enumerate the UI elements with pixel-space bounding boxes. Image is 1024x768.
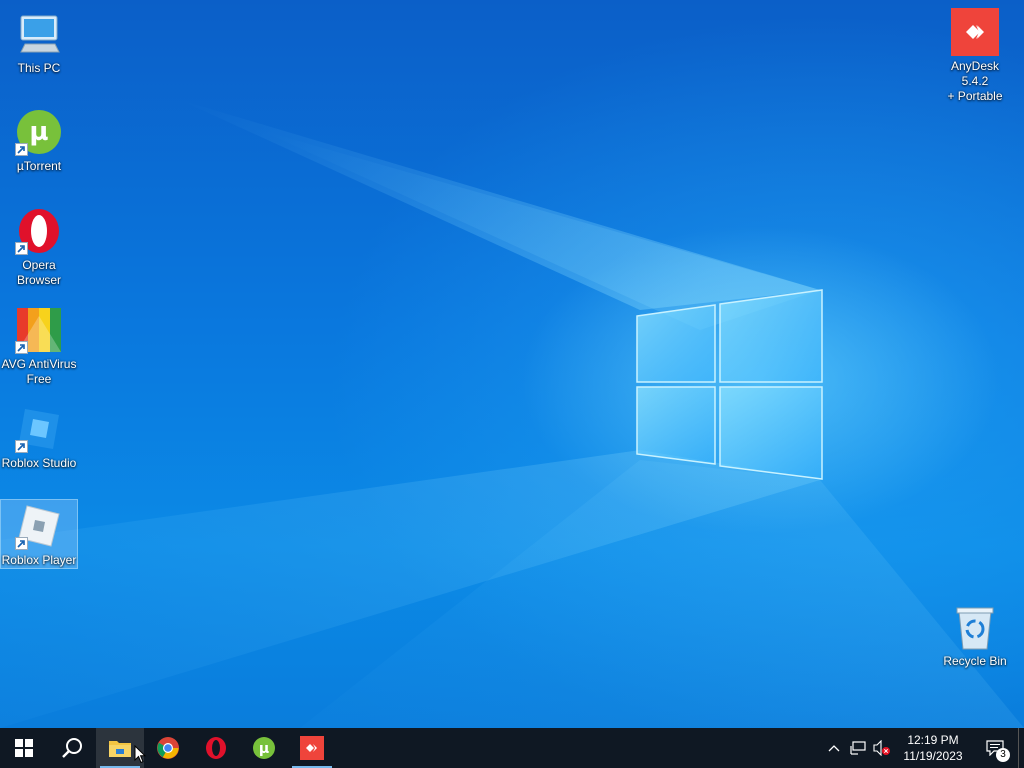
taskbar-anydesk[interactable] <box>288 728 336 768</box>
taskbar-chrome[interactable] <box>144 728 192 768</box>
shortcut-arrow-icon <box>15 440 28 453</box>
desktop-icon-roblox-studio[interactable]: Roblox Studio <box>1 403 77 471</box>
system-tray: 12:19 PM 11/19/2023 3 <box>822 728 1024 768</box>
desktop-icon-label: AVG AntiVirus Free <box>1 357 77 386</box>
opera-icon <box>206 737 226 759</box>
action-center-button[interactable]: 3 <box>972 728 1018 768</box>
desktop-icon-label: Roblox Studio <box>1 456 77 470</box>
desktop-icon-label: AnyDesk 5.4.2 + Portable <box>947 59 1003 103</box>
roblox-player-icon <box>15 502 63 550</box>
windows-logo <box>636 289 823 480</box>
network-button[interactable] <box>846 728 870 768</box>
utorrent-icon: µ <box>253 737 275 759</box>
desktop-icon-recycle-bin[interactable]: Recycle Bin <box>937 601 1013 669</box>
desktop-icon-utorrent[interactable]: µ µTorrent <box>1 106 77 174</box>
shortcut-arrow-icon <box>15 143 28 156</box>
shortcut-arrow-icon <box>15 341 28 354</box>
chrome-icon <box>157 737 179 759</box>
desktop-icon-label: Roblox Player <box>1 553 77 567</box>
anydesk-icon <box>951 8 999 56</box>
svg-text:µ: µ <box>29 117 48 147</box>
desktop-icon-roblox-player[interactable]: Roblox Player <box>0 499 78 569</box>
clock-date: 11/19/2023 <box>903 749 963 763</box>
desktop-icon-label: This PC <box>17 61 61 75</box>
file-explorer-icon <box>109 741 131 757</box>
taskbar-opera[interactable] <box>192 728 240 768</box>
desktop-icon-this-pc[interactable]: This PC <box>1 8 77 76</box>
wallpaper-light-rays <box>0 100 1024 728</box>
anydesk-icon <box>300 736 324 760</box>
desktop-icon-avg[interactable]: AVG AntiVirus Free <box>1 304 77 387</box>
clock-time: 12:19 PM <box>907 733 959 747</box>
desktop-icon-label: Opera Browser <box>16 258 61 287</box>
utorrent-icon: µ <box>15 108 63 156</box>
network-icon <box>850 741 866 755</box>
clock[interactable]: 12:19 PM 11/19/2023 <box>894 732 972 764</box>
desktop-icon-label: Recycle Bin <box>943 654 1007 668</box>
volume-muted-icon <box>873 740 890 756</box>
roblox-studio-icon <box>15 405 63 453</box>
avg-icon <box>15 306 63 354</box>
this-pc-icon <box>15 10 63 58</box>
volume-button[interactable] <box>870 728 894 768</box>
desktop-icon-label: µTorrent <box>16 159 62 173</box>
show-hidden-icons-button[interactable] <box>822 728 846 768</box>
chevron-up-icon <box>828 745 840 752</box>
desktop-icon-anydesk[interactable]: AnyDesk 5.4.2 + Portable <box>935 6 1015 104</box>
svg-text:µ: µ <box>259 741 269 757</box>
search-icon <box>62 738 82 758</box>
start-button[interactable] <box>0 728 48 768</box>
recycle-bin-icon <box>951 603 999 651</box>
taskbar: µ 12:19 PM 11/19/2023 3 <box>0 728 1024 768</box>
search-button[interactable] <box>48 728 96 768</box>
shortcut-arrow-icon <box>15 537 28 550</box>
show-desktop-button[interactable] <box>1018 728 1024 768</box>
desktop[interactable]: This PC µ µTorrent Opera Browser AVG Ant… <box>0 0 1024 728</box>
notification-count-badge: 3 <box>996 748 1010 762</box>
taskbar-utorrent[interactable]: µ <box>240 728 288 768</box>
opera-icon <box>15 207 63 255</box>
shortcut-arrow-icon <box>15 242 28 255</box>
mouse-cursor-icon <box>134 745 146 764</box>
windows-start-icon <box>15 739 33 757</box>
desktop-icon-opera[interactable]: Opera Browser <box>1 205 77 288</box>
